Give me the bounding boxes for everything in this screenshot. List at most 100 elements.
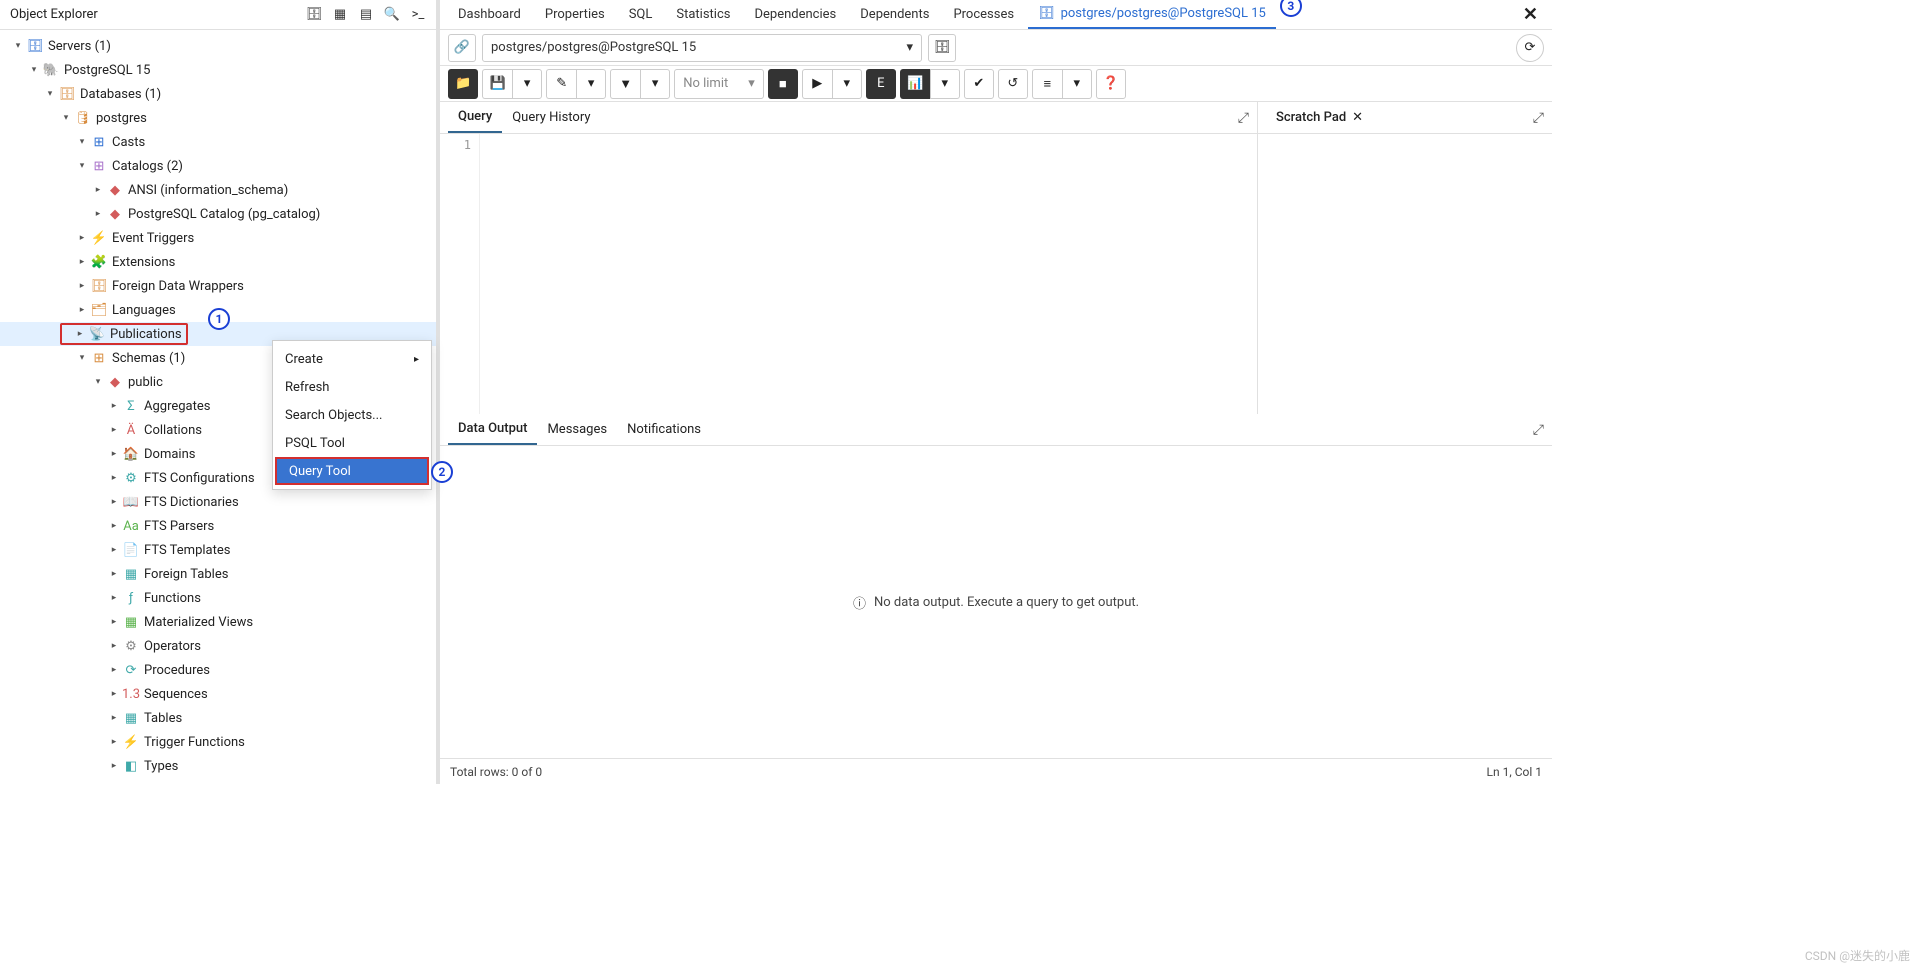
- toggle-icon[interactable]: ▸: [74, 254, 90, 270]
- tree-tables[interactable]: ▸▦Tables: [0, 706, 436, 730]
- toggle-icon[interactable]: ▸: [106, 422, 122, 438]
- toggle-icon[interactable]: ▸: [74, 278, 90, 294]
- help-button[interactable]: ❓: [1096, 69, 1126, 99]
- toggle-icon[interactable]: ▸: [106, 446, 122, 462]
- stop-button[interactable]: ■: [768, 69, 798, 99]
- ctx-create[interactable]: Create▸: [273, 345, 431, 373]
- limit-select[interactable]: No limit▾: [674, 69, 764, 99]
- tree-procedures[interactable]: ▸⟳Procedures: [0, 658, 436, 682]
- macros-button[interactable]: ≡: [1032, 69, 1062, 99]
- tab-statistics[interactable]: Statistics: [666, 1, 740, 29]
- query-tool-icon[interactable]: 🗄: [302, 3, 326, 27]
- filter-rows-icon[interactable]: ▤: [354, 3, 378, 27]
- toggle-icon[interactable]: ▸: [90, 206, 106, 222]
- tab-dashboard[interactable]: Dashboard: [448, 1, 531, 29]
- toggle-icon[interactable]: ▾: [10, 38, 26, 54]
- toggle-icon[interactable]: ▸: [106, 494, 122, 510]
- tree-pg15[interactable]: ▾🐘PostgreSQL 15: [0, 58, 436, 82]
- toggle-icon[interactable]: ▸: [74, 230, 90, 246]
- tab-query-history[interactable]: Query History: [502, 103, 600, 133]
- run-dropdown[interactable]: ▾: [832, 69, 862, 99]
- tree-fts-templates[interactable]: ▸📄FTS Templates: [0, 538, 436, 562]
- view-data-icon[interactable]: ▦: [328, 3, 352, 27]
- toggle-icon[interactable]: ▸: [90, 182, 106, 198]
- toggle-icon[interactable]: ▾: [74, 134, 90, 150]
- connection-status-icon[interactable]: 🔗: [448, 34, 476, 62]
- toggle-icon[interactable]: ▸: [106, 710, 122, 726]
- explain-button[interactable]: E: [866, 69, 896, 99]
- tree-servers[interactable]: ▾🗄Servers (1): [0, 34, 436, 58]
- reset-layout-button[interactable]: ⟳: [1516, 34, 1544, 62]
- tab-processes[interactable]: Processes: [943, 1, 1024, 29]
- toggle-icon[interactable]: ▸: [106, 470, 122, 486]
- commit-button[interactable]: ✔: [964, 69, 994, 99]
- tab-query[interactable]: Query: [448, 103, 502, 133]
- tab-messages[interactable]: Messages: [537, 415, 617, 445]
- tree-pgcatalog[interactable]: ▸◆PostgreSQL Catalog (pg_catalog): [0, 202, 436, 226]
- run-button[interactable]: ▶: [802, 69, 832, 99]
- code-editor[interactable]: 1: [440, 134, 1257, 414]
- tab-dependents[interactable]: Dependents: [850, 1, 939, 29]
- toggle-icon[interactable]: ▾: [74, 350, 90, 366]
- tree-sequences[interactable]: ▸1.3Sequences: [0, 682, 436, 706]
- ctx-query-tool[interactable]: Query Tool: [275, 457, 429, 485]
- explain-dropdown[interactable]: ▾: [930, 69, 960, 99]
- toggle-icon[interactable]: ▸: [106, 542, 122, 558]
- ctx-search-objects[interactable]: Search Objects...: [273, 401, 431, 429]
- toggle-icon[interactable]: ▸: [72, 326, 88, 342]
- toggle-icon[interactable]: ▸: [106, 614, 122, 630]
- expand-icon[interactable]: ⤢: [1533, 110, 1544, 126]
- filter-dropdown[interactable]: ▾: [640, 69, 670, 99]
- tree-trigger-funcs[interactable]: ▸⚡Trigger Functions: [0, 730, 436, 754]
- tab-sql[interactable]: SQL: [619, 1, 663, 29]
- toggle-icon[interactable]: ▸: [106, 566, 122, 582]
- tree-mat-views[interactable]: ▸▦Materialized Views: [0, 610, 436, 634]
- toggle-icon[interactable]: ▾: [90, 374, 106, 390]
- tree-functions[interactable]: ▸ƒFunctions: [0, 586, 436, 610]
- tab-query-tool[interactable]: 🗄 postgres/postgres@PostgreSQL 15 3: [1028, 1, 1276, 29]
- tree-event-triggers[interactable]: ▸⚡Event Triggers: [0, 226, 436, 250]
- tab-properties[interactable]: Properties: [535, 1, 615, 29]
- expand-icon[interactable]: ⤢: [1238, 110, 1249, 126]
- new-connection-button[interactable]: 🗄: [928, 34, 956, 62]
- close-tab-icon[interactable]: ✕: [1517, 4, 1544, 25]
- rollback-button[interactable]: ↺: [998, 69, 1028, 99]
- toggle-icon[interactable]: ▸: [106, 662, 122, 678]
- code-area[interactable]: [480, 134, 1257, 414]
- open-file-button[interactable]: 📁: [448, 69, 478, 99]
- tree-foreign-tables[interactable]: ▸▦Foreign Tables: [0, 562, 436, 586]
- toggle-icon[interactable]: ▸: [106, 758, 122, 774]
- connection-dropdown[interactable]: postgres/postgres@PostgreSQL 15 ▾: [482, 34, 922, 62]
- tree-casts[interactable]: ▾⊞Casts: [0, 130, 436, 154]
- tree-types[interactable]: ▸◧Types: [0, 754, 436, 778]
- toggle-icon[interactable]: ▸: [106, 398, 122, 414]
- toggle-icon[interactable]: ▸: [74, 302, 90, 318]
- toggle-icon[interactable]: ▾: [42, 86, 58, 102]
- save-dropdown[interactable]: ▾: [512, 69, 542, 99]
- edit-button[interactable]: ✎: [546, 69, 576, 99]
- tree-fts-dict[interactable]: ▸📖FTS Dictionaries: [0, 490, 436, 514]
- tree-extensions[interactable]: ▸🧩Extensions: [0, 250, 436, 274]
- tab-data-output[interactable]: Data Output: [448, 415, 537, 445]
- filter-button[interactable]: ▼: [610, 69, 640, 99]
- toggle-icon[interactable]: ▾: [58, 110, 74, 126]
- expand-icon[interactable]: ⤢: [1533, 422, 1544, 438]
- search-icon[interactable]: 🔍: [380, 3, 404, 27]
- toggle-icon[interactable]: ▸: [106, 734, 122, 750]
- edit-dropdown[interactable]: ▾: [576, 69, 606, 99]
- ctx-refresh[interactable]: Refresh: [273, 373, 431, 401]
- toggle-icon[interactable]: ▾: [74, 158, 90, 174]
- tree-databases[interactable]: ▾🗄Databases (1): [0, 82, 436, 106]
- explain-analyze-button[interactable]: 📊: [900, 69, 930, 99]
- tree-catalogs[interactable]: ▾⊞Catalogs (2): [0, 154, 436, 178]
- ctx-psql-tool[interactable]: PSQL Tool: [273, 429, 431, 457]
- tree-postgres[interactable]: ▾🛢postgres: [0, 106, 436, 130]
- toggle-icon[interactable]: ▸: [106, 590, 122, 606]
- tree-fdw[interactable]: ▸🗄Foreign Data Wrappers: [0, 274, 436, 298]
- save-button[interactable]: 💾: [482, 69, 512, 99]
- toggle-icon[interactable]: ▾: [26, 62, 42, 78]
- toggle-icon[interactable]: ▸: [106, 686, 122, 702]
- tree-ansi[interactable]: ▸◆ANSI (information_schema): [0, 178, 436, 202]
- scratch-body[interactable]: [1258, 134, 1552, 414]
- tab-notifications[interactable]: Notifications: [617, 415, 711, 445]
